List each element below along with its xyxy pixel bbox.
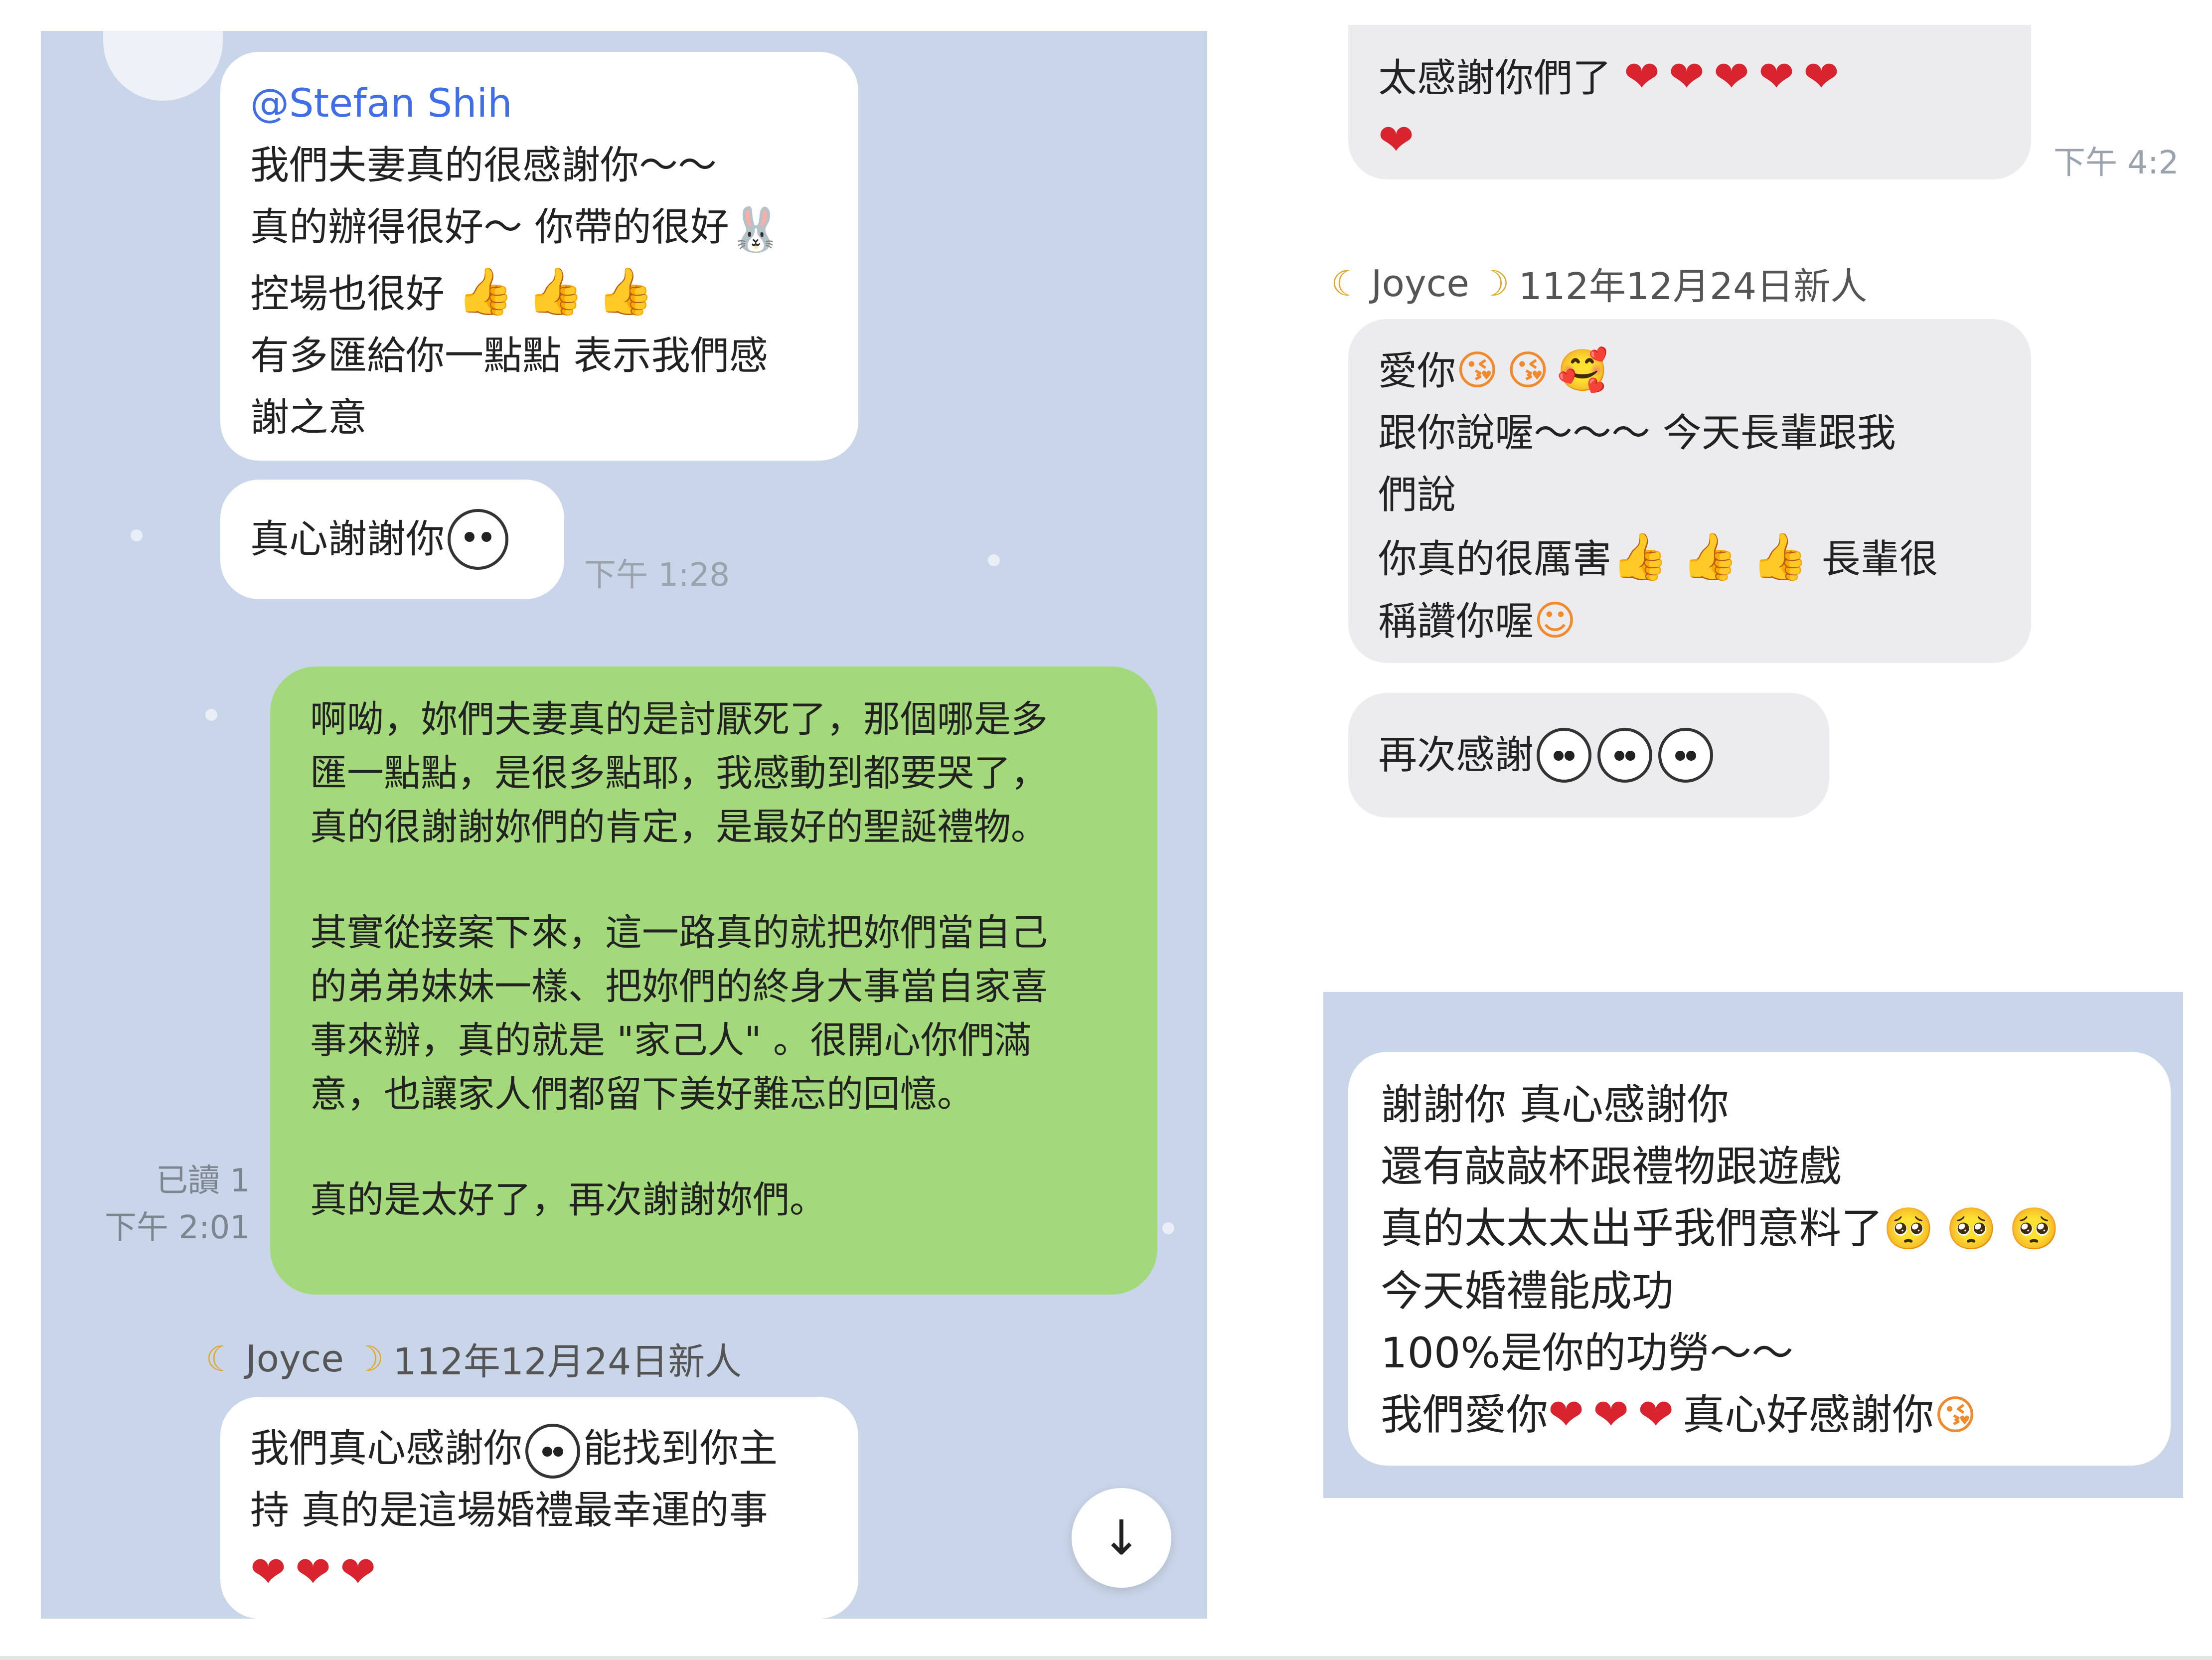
- message-line: 啊呦，妳們夫妻真的是討厭死了，那個哪是多: [310, 698, 1048, 741]
- background-star: [988, 554, 1000, 566]
- message-bubble: @Stefan Shih 我們夫妻真的很感謝你～～ 真的辦得很好～ 你帶的很好🐰…: [220, 52, 858, 461]
- heart-icon: ❤: [1378, 115, 1423, 165]
- heart-icon: ❤❤❤❤❤: [1623, 52, 1849, 102]
- timestamp: 下午 1:28: [584, 557, 730, 594]
- message-bubble: 我們真心感謝你 能找到你主 持 真的是這場婚禮最幸運的事 ❤❤❤: [220, 1397, 858, 1619]
- message-line: 今天婚禮能成功: [1381, 1267, 1674, 1316]
- message-line: 謝之意: [250, 395, 367, 440]
- message-line: 太感謝你們了 ❤❤❤❤❤: [1378, 52, 1849, 102]
- message-line: 我們愛你❤❤❤真心好感謝你😘: [1381, 1390, 1985, 1440]
- heart-icon: ❤❤❤: [250, 1547, 385, 1597]
- message-line: 意，也讓家人們都留下美好難忘的回憶。: [310, 1073, 974, 1116]
- message-line: 們說: [1378, 473, 1456, 517]
- message-line: 持 真的是這場婚禮最幸運的事: [250, 1488, 768, 1533]
- timestamp: 下午 4:2: [2054, 145, 2179, 181]
- scroll-to-bottom-button[interactable]: ↓: [1072, 1488, 1171, 1588]
- message-line: 其實從接案下來，這一路真的就把妳們當自己: [310, 911, 1048, 954]
- thumbs-up-icon: 👍👍👍: [457, 264, 667, 318]
- message-line: 愛你😘😘🥰: [1378, 347, 1616, 394]
- kiss-face-icon: 😘😘🥰: [1456, 347, 1616, 394]
- sender-note: 112年12月24日新人: [393, 1340, 742, 1383]
- thumbs-up-icon: 👍👍👍: [1611, 530, 1822, 583]
- message-line: 跟你說喔～～～ 今天長輩跟我: [1378, 411, 1896, 456]
- panda-face-icon: [1658, 728, 1714, 783]
- message-line: 你真的很厲害👍👍👍長輩很: [1378, 530, 1938, 583]
- message-line: 事來辦，真的就是 "家己人" 。很開心你們滿: [310, 1019, 1032, 1062]
- arrow-down-icon: ↓: [1101, 1510, 1142, 1566]
- message-line: 真的太太太出乎我們意料了🥺🥺🥺: [1381, 1204, 2072, 1253]
- pleading-face-icon: 🥺🥺🥺: [1883, 1205, 2072, 1253]
- message-line: 我們夫妻真的很感謝你～～: [250, 143, 717, 188]
- message-line: 的弟弟妹妹一樣、把妳們的終身大事當自家喜: [310, 965, 1048, 1008]
- sender-label: ☾ Joyce ☽ 112年12月24日新人: [1331, 257, 1867, 310]
- mention-link[interactable]: @Stefan Shih: [250, 73, 828, 135]
- avatar: [103, 31, 223, 101]
- left-chat-panel: @Stefan Shih 我們夫妻真的很感謝你～～ 真的辦得很好～ 你帶的很好🐰…: [41, 31, 1207, 1619]
- message-line: 控場也很好 👍👍👍: [250, 264, 667, 318]
- blush-face-icon: ☺: [1534, 597, 1584, 645]
- message-line: 謝謝你 真心感謝你: [1381, 1080, 1729, 1129]
- message-text: 真心謝謝你: [250, 517, 445, 562]
- sender-label: ☾ Joyce ☽ 112年12月24日新人: [205, 1332, 742, 1385]
- moon-icon: ☽: [352, 1338, 384, 1379]
- bunny-face-icon: 🐰: [729, 204, 783, 255]
- message-line: 真的辦得很好～ 你帶的很好🐰: [250, 196, 828, 261]
- sender-name: Joyce: [245, 1337, 344, 1380]
- moon-icon: ☾: [1331, 263, 1362, 304]
- kiss-face-icon: 😘: [1934, 1392, 1985, 1439]
- moon-icon: ☾: [205, 1338, 237, 1379]
- message-line: 稱讚你喔☺: [1378, 597, 1584, 645]
- background-star: [205, 709, 217, 721]
- message-line: 我們真心感謝你 能找到你主: [250, 1418, 828, 1480]
- message-bubble: 愛你😘😘🥰 跟你說喔～～～ 今天長輩跟我 們說 你真的很厲害👍👍👍長輩很 稱讚你…: [1348, 319, 2031, 663]
- message-line: 100%是你的功勞～～: [1381, 1328, 1794, 1377]
- message-line: 真的是太好了，再次謝謝妳們。: [310, 1178, 826, 1221]
- read-receipt: 已讀 1 下午 2:01: [104, 1162, 250, 1246]
- sender-note: 112年12月24日新人: [1518, 265, 1868, 308]
- moon-icon: ☽: [1478, 263, 1510, 304]
- background-star: [131, 529, 143, 541]
- divider: [0, 1656, 2212, 1660]
- message-line: 還有敲敲杯跟禮物跟遊戲: [1381, 1142, 1842, 1191]
- panda-face-icon: [448, 509, 509, 570]
- panda-face-icon: [1537, 728, 1592, 783]
- message-bubble: 再次感謝: [1348, 693, 1829, 818]
- message-line: 真的很謝謝妳們的肯定，是最好的聖誕禮物。: [310, 806, 1048, 848]
- message-bubble: 真心謝謝你: [220, 480, 564, 599]
- sender-name: Joyce: [1371, 262, 1469, 305]
- sent-message-bubble: 啊呦，妳們夫妻真的是討厭死了，那個哪是多 匯一點點，是很多點耶，我感動到都要哭了…: [270, 666, 1157, 1295]
- message-line: 有多匯給你一點點 表示我們感: [250, 333, 768, 378]
- message-bubble: 太感謝你們了 ❤❤❤❤❤ ❤: [1348, 25, 2031, 179]
- panda-face-icon: [525, 1423, 581, 1479]
- message-text: 再次感謝: [1378, 733, 1534, 778]
- panda-face-icon: [1597, 728, 1653, 783]
- background-star: [1162, 1222, 1174, 1234]
- message-bubble: 謝謝你 真心感謝你 還有敲敲杯跟禮物跟遊戲 真的太太太出乎我們意料了🥺🥺🥺 今天…: [1348, 1052, 2171, 1466]
- message-line: 匯一點點，是很多點耶，我感動到都要哭了，: [310, 752, 1048, 795]
- heart-icon: ❤❤❤: [1548, 1390, 1683, 1440]
